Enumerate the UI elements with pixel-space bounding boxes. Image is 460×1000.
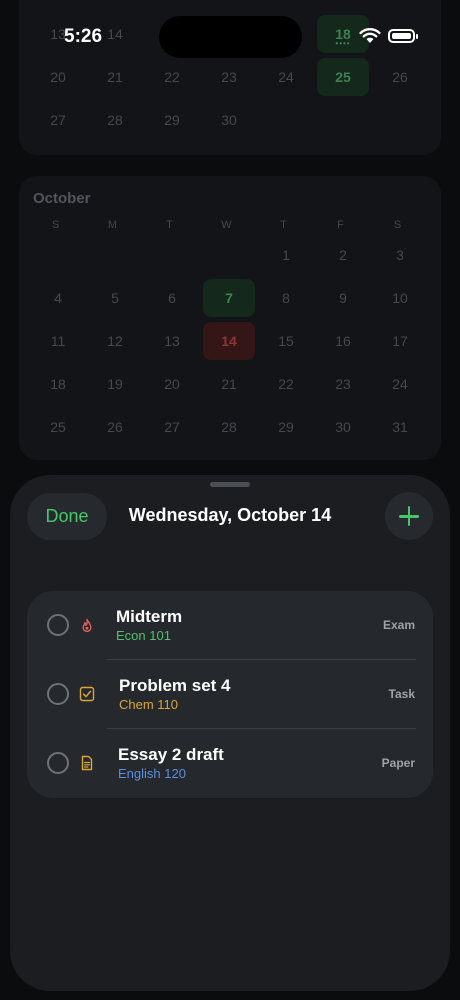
calendar-day[interactable]: 31: [374, 408, 426, 446]
calendar-day[interactable]: 26: [374, 58, 426, 96]
flame-icon: [82, 618, 92, 633]
calendar-day[interactable]: 30: [317, 408, 369, 446]
calendar-day[interactable]: 11: [32, 322, 84, 360]
calendar-day[interactable]: 3: [374, 236, 426, 274]
task-type-label: Exam: [382, 618, 415, 632]
add-task-button[interactable]: [385, 492, 433, 540]
calendar-day[interactable]: 9: [317, 279, 369, 317]
task-course: English 120: [118, 766, 186, 781]
battery-icon: [388, 29, 418, 43]
calendar-day[interactable]: 28: [203, 408, 255, 446]
task-course: Chem 110: [119, 697, 179, 712]
calendar-background: 13 14 18 •••• 20 21 22 23 24 25 26 27 28 29 30 October…: [0, 0, 460, 480]
calendar-day[interactable]: 22: [260, 365, 312, 403]
calendar-day[interactable]: 24: [374, 365, 426, 403]
status-time: 5:26: [64, 26, 103, 47]
calendar-day[interactable]: 12: [89, 322, 141, 360]
calendar-day[interactable]: 29: [146, 101, 198, 139]
complete-toggle[interactable]: [47, 614, 69, 636]
task-row[interactable]: Essay 2 draft English 120 Paper: [27, 729, 433, 798]
month-title: October: [33, 190, 91, 207]
calendar-day[interactable]: 23: [317, 365, 369, 403]
sheet-title: Wednesday, October 14: [128, 505, 332, 525]
calendar-day[interactable]: 1: [260, 236, 312, 274]
calendar-day[interactable]: 29: [260, 408, 312, 446]
calendar-day[interactable]: 24: [260, 58, 312, 96]
calendar-day[interactable]: 26: [89, 408, 141, 446]
weekday-header: W: [221, 219, 232, 231]
calendar-day[interactable]: 25: [317, 58, 369, 96]
calendar-day[interactable]: 20: [146, 365, 198, 403]
calendar-day[interactable]: 17: [374, 322, 426, 360]
weekday-header: S: [393, 219, 402, 231]
weekday-header: T: [166, 219, 173, 231]
calendar-day[interactable]: 23: [203, 58, 255, 96]
weekday-header: M: [107, 219, 118, 231]
task-row[interactable]: Midterm Econ 101 Exam: [27, 591, 433, 660]
task-type-label: Task: [388, 687, 415, 701]
weekday-header: S: [51, 219, 60, 231]
calendar-day[interactable]: 22: [146, 58, 198, 96]
wifi-icon: [359, 28, 381, 43]
calendar-day[interactable]: 27: [146, 408, 198, 446]
calendar-day[interactable]: 30: [203, 101, 255, 139]
dynamic-island: [159, 16, 302, 58]
task-row[interactable]: Problem set 4 Chem 110 Task: [27, 660, 433, 729]
task-type-label: Paper: [381, 756, 415, 770]
calendar-day[interactable]: 13: [146, 322, 198, 360]
calendar-day[interactable]: 4: [32, 279, 84, 317]
sheet-grabber[interactable]: [210, 482, 250, 487]
calendar-day[interactable]: 5: [89, 279, 141, 317]
calendar-day[interactable]: 14: [203, 322, 255, 360]
task-list: Midterm Econ 101 Exam Problem set 4 Chem…: [27, 591, 433, 798]
calendar-day[interactable]: 2: [317, 236, 369, 274]
calendar-day[interactable]: 18: [32, 365, 84, 403]
weekday-header: F: [337, 219, 344, 231]
task-title: Problem set 4: [119, 676, 231, 695]
calendar-day[interactable]: 19: [89, 365, 141, 403]
complete-toggle[interactable]: [47, 683, 69, 705]
calendar-day[interactable]: 6: [146, 279, 198, 317]
calendar-day[interactable]: 15: [260, 322, 312, 360]
month-card-october: October S M T W T F S 1 2 3 4 5 6 7 8 9 10 11 12 13 14 15 16 17…: [19, 176, 441, 460]
calendar-day[interactable]: 21: [203, 365, 255, 403]
calendar-day[interactable]: 25: [32, 408, 84, 446]
calendar-day[interactable]: 21: [89, 58, 141, 96]
complete-toggle[interactable]: [47, 752, 69, 774]
calendar-day[interactable]: 8: [260, 279, 312, 317]
calendar-day[interactable]: 20: [32, 58, 84, 96]
weekday-header: T: [280, 219, 287, 231]
checkbox-icon: [79, 686, 95, 702]
task-title: Midterm: [116, 607, 183, 626]
document-icon: [81, 755, 93, 771]
task-title: Essay 2 draft: [118, 745, 224, 764]
calendar-day[interactable]: 28: [89, 101, 141, 139]
calendar-day[interactable]: 27: [32, 101, 84, 139]
task-course: Econ 101: [116, 628, 171, 643]
calendar-day[interactable]: 16: [317, 322, 369, 360]
calendar-day[interactable]: 7: [203, 279, 255, 317]
day-detail-sheet: Done Wednesday, October 14 Midterm Econ …: [10, 475, 450, 991]
calendar-day[interactable]: 10: [374, 279, 426, 317]
